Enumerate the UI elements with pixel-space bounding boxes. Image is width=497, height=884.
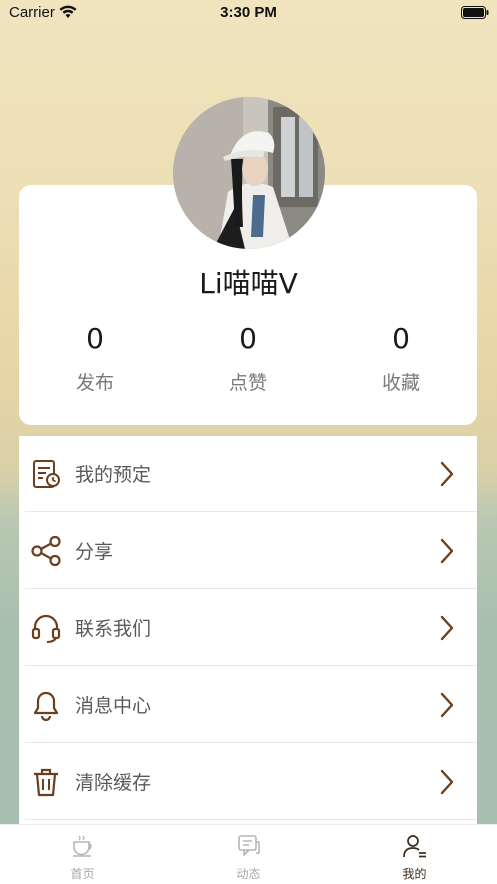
stat-favorites-count: 0 xyxy=(392,322,410,355)
menu-item-message-center[interactable]: 消息中心 xyxy=(19,667,477,743)
battery-icon xyxy=(461,6,489,19)
menu-item-label: 消息中心 xyxy=(75,695,152,717)
divider xyxy=(25,819,477,820)
tab-label: 首页 xyxy=(70,867,95,881)
chevron-right-icon xyxy=(440,692,454,718)
menu-item-label: 我的预定 xyxy=(75,464,152,486)
user-icon xyxy=(403,835,426,858)
chevron-right-icon xyxy=(440,615,454,641)
booking-icon xyxy=(33,460,60,488)
menu-item-my-booking[interactable]: 我的预定 xyxy=(19,436,477,512)
stat-likes-count: 0 xyxy=(239,322,257,355)
tab-bar: 首页 动态 我的 xyxy=(0,824,497,884)
divider xyxy=(25,588,477,589)
chevron-right-icon xyxy=(440,538,454,564)
stat-likes-label: 点赞 xyxy=(228,372,267,394)
divider xyxy=(25,511,477,512)
share-icon xyxy=(31,535,61,567)
tab-label: 动态 xyxy=(236,867,261,881)
status-bar: Carrier 3:30 PM xyxy=(0,0,497,28)
headset-icon xyxy=(31,614,61,643)
divider xyxy=(25,665,477,666)
tab-home[interactable]: 首页 xyxy=(0,825,165,884)
stat-favorites[interactable]: 0 收藏 xyxy=(341,320,461,395)
menu-item-share[interactable]: 分享 xyxy=(19,513,477,589)
avatar-photo xyxy=(173,97,325,249)
stat-favorites-label: 收藏 xyxy=(381,372,420,394)
tab-mine[interactable]: 我的 xyxy=(332,825,497,884)
stat-posts-count: 0 xyxy=(86,322,104,355)
bell-icon xyxy=(33,691,59,721)
trash-icon xyxy=(34,768,58,797)
stat-likes[interactable]: 0 点赞 xyxy=(188,320,308,395)
menu-item-clear-cache[interactable]: 清除缓存 xyxy=(19,744,477,820)
chevron-right-icon xyxy=(440,461,454,487)
avatar[interactable] xyxy=(173,97,325,249)
chat-icon xyxy=(238,835,260,856)
divider xyxy=(25,742,477,743)
stat-posts[interactable]: 0 发布 xyxy=(35,320,155,395)
tab-label: 我的 xyxy=(402,867,427,881)
clock: 3:30 PM xyxy=(220,4,277,21)
menu-item-label: 联系我们 xyxy=(75,618,152,640)
coffee-cup-icon xyxy=(73,835,92,857)
chevron-right-icon xyxy=(440,769,454,795)
tab-feed[interactable]: 动态 xyxy=(166,825,331,884)
stat-posts-label: 发布 xyxy=(75,372,114,394)
menu-item-label: 清除缓存 xyxy=(75,772,152,794)
menu-item-label: 分享 xyxy=(75,541,114,563)
settings-menu: 我的预定 分享 联系我们 消息中心 清除缓存 xyxy=(19,436,477,836)
username: Li喵喵V xyxy=(199,267,298,300)
menu-item-contact-us[interactable]: 联系我们 xyxy=(19,590,477,666)
